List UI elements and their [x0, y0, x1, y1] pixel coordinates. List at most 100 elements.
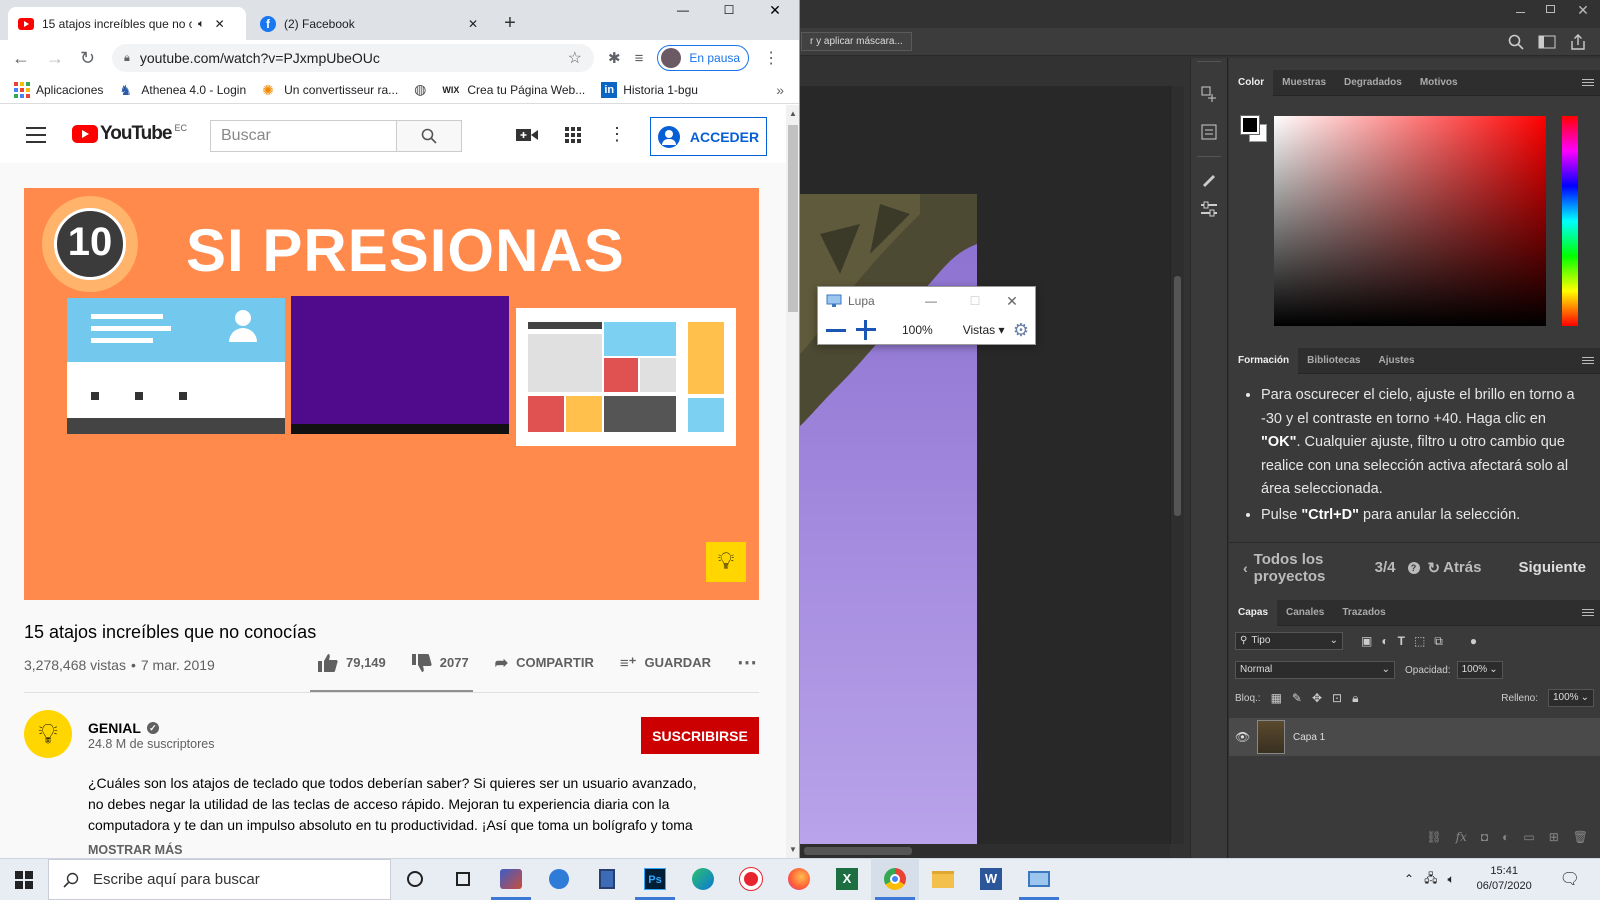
tab-libraries[interactable]: Bibliotecas — [1298, 348, 1369, 374]
taskbar-app-explorer[interactable] — [919, 858, 967, 900]
new-adjustment-icon[interactable]: ◐ — [1502, 830, 1509, 844]
lock-transparency-icon[interactable]: ▦ — [1271, 691, 1282, 705]
history-icon[interactable] — [1199, 84, 1219, 104]
tab-gradients[interactable]: Degradados — [1335, 70, 1411, 96]
tab-facebook[interactable]: f (2) Facebook ✕ — [250, 7, 488, 41]
menu-kebab-icon[interactable]: ⋮ — [763, 48, 779, 68]
filter-toggle-icon[interactable]: ● — [1470, 634, 1477, 648]
new-layer-icon[interactable]: ⊞ — [1549, 830, 1559, 844]
tab-channels[interactable]: Canales — [1277, 600, 1333, 626]
zoom-out-button[interactable] — [826, 328, 846, 332]
taskbar-app-firefox[interactable] — [775, 858, 823, 900]
apps-grid-icon[interactable] — [565, 126, 581, 143]
ps-restore-button[interactable] — [1536, 0, 1566, 20]
settings-gear-icon[interactable]: ⚙ — [1013, 320, 1029, 341]
page-scrollbar[interactable]: ▲ ▼ — [786, 105, 799, 858]
tab-patterns[interactable]: Motivos — [1411, 70, 1467, 96]
bookmark-convertisseur[interactable]: ✺ Un convertisseur ra... — [262, 82, 398, 98]
cortana-icon[interactable] — [391, 858, 439, 900]
bookmark-star-icon[interactable]: ☆ — [568, 48, 582, 68]
clock[interactable]: 15:41 06/07/2020 — [1477, 864, 1532, 894]
forward-icon[interactable]: → — [46, 48, 64, 69]
type-filter-icon[interactable]: T — [1398, 634, 1405, 648]
network-icon[interactable]: 🖧︎ — [1424, 869, 1437, 890]
taskbar-app-skype[interactable] — [535, 858, 583, 900]
task-view-icon[interactable] — [439, 858, 487, 900]
taskbar-search-input[interactable]: Escribe aquí para buscar — [48, 859, 391, 900]
profile-button[interactable]: En pausa — [657, 45, 750, 71]
taskbar-app-excel[interactable]: X — [823, 858, 871, 900]
color-field[interactable] — [1274, 116, 1546, 326]
taskbar-app-recorder[interactable] — [727, 858, 775, 900]
image-filter-icon[interactable]: ▣ — [1361, 634, 1372, 648]
start-button[interactable] — [0, 859, 48, 900]
tab-learn[interactable]: Formación — [1229, 347, 1299, 374]
close-tab-icon[interactable]: ✕ — [215, 17, 225, 31]
link-layers-icon[interactable]: ⛓ — [1426, 830, 1441, 844]
tab-youtube[interactable]: 15 atajos increíbles que no c 🔈︎ ✕ — [8, 7, 246, 41]
views-dropdown[interactable]: Vistas ▾ — [963, 323, 1005, 337]
bookmark-athenea[interactable]: ♞ Athenea 4.0 - Login — [119, 82, 246, 98]
youtube-search-button[interactable] — [397, 120, 462, 152]
adjustments-icon[interactable] — [1199, 199, 1219, 219]
maximize-button[interactable]: ☐ — [953, 294, 997, 308]
settings-kebab-icon[interactable]: ⋮ — [608, 124, 626, 145]
new-tab-button[interactable]: + — [496, 10, 524, 38]
fill-input[interactable]: 100% ⌄ — [1548, 689, 1594, 707]
create-video-icon[interactable] — [516, 127, 538, 143]
ps-canvas-horizontal-scrollbar[interactable] — [800, 844, 1170, 858]
tab-swatches[interactable]: Muestras — [1273, 70, 1335, 96]
minimize-button[interactable]: — — [660, 3, 706, 17]
eye-icon[interactable]: 👁︎ — [1235, 730, 1257, 744]
more-actions-icon[interactable]: ⋯ — [737, 650, 757, 675]
video-player[interactable]: 10 SI PRESIONAS 💡︎ — [24, 188, 759, 600]
bookmark-historia[interactable]: in Historia 1-bgu — [601, 81, 698, 98]
lock-pixels-icon[interactable]: ✎ — [1292, 691, 1302, 705]
channel-name[interactable]: GENIAL ✓ — [88, 720, 159, 736]
tab-adjustments[interactable]: Ajustes — [1369, 348, 1423, 374]
ps-minimize-button[interactable] — [1506, 0, 1536, 20]
taskbar-app-word[interactable]: W — [967, 858, 1015, 900]
blend-mode-select[interactable]: Normal ⌄ — [1235, 661, 1395, 679]
tab-paths[interactable]: Trazados — [1333, 600, 1394, 626]
tab-layers[interactable]: Capas — [1229, 599, 1278, 626]
channel-avatar[interactable]: 💡︎ — [24, 710, 72, 758]
properties-icon[interactable] — [1199, 122, 1219, 142]
notifications-icon[interactable]: 🗨︎ — [1560, 869, 1580, 889]
layer-name[interactable]: Capa 1 — [1293, 732, 1325, 743]
dislike-button[interactable]: 2077 — [411, 653, 469, 672]
refine-mask-button[interactable]: r y aplicar máscara... — [801, 32, 912, 51]
delete-layer-icon[interactable]: 🗑︎ — [1573, 830, 1588, 844]
adjustment-filter-icon[interactable]: ◐ — [1381, 634, 1388, 648]
globe-icon[interactable]: ◍ — [414, 81, 426, 98]
layer-filter-select[interactable]: ⚲ Tipo ⌄ — [1235, 632, 1343, 650]
smart-object-filter-icon[interactable]: ⧉ — [1434, 634, 1443, 649]
panel-menu-icon[interactable] — [1582, 77, 1594, 88]
close-button[interactable]: ✕ — [997, 293, 1027, 310]
back-icon[interactable]: ← — [12, 48, 30, 69]
taskbar-app-magnifier[interactable] — [1015, 858, 1063, 900]
taskbar-app-calculator[interactable] — [583, 858, 631, 900]
taskbar-app-photoshop[interactable]: Ps — [631, 858, 679, 900]
foreground-color-swatch[interactable] — [1240, 115, 1260, 135]
tab-color[interactable]: Color — [1229, 69, 1274, 96]
lock-position-icon[interactable]: ✥ — [1312, 691, 1322, 705]
volume-icon[interactable]: 🔈︎ — [1447, 872, 1454, 887]
lock-icon[interactable]: 🔒︎ — [124, 52, 130, 65]
next-button[interactable]: Siguiente — [1518, 559, 1586, 576]
brush-icon[interactable] — [1199, 169, 1219, 189]
close-button[interactable]: ✕ — [752, 2, 798, 19]
all-projects-link[interactable]: Todos los proyectos — [1254, 551, 1339, 585]
speaker-icon[interactable]: 🔈︎ — [198, 18, 205, 31]
new-group-icon[interactable]: ▭ — [1523, 830, 1534, 844]
chevron-up-icon[interactable]: ⌃ — [1404, 872, 1414, 886]
panel-menu-icon[interactable] — [1582, 607, 1594, 618]
fx-icon[interactable]: fx — [1456, 830, 1467, 844]
opacity-input[interactable]: 100% ⌄ — [1456, 661, 1503, 679]
ps-close-button[interactable]: ✕ — [1566, 0, 1600, 20]
save-button[interactable]: ≡⁺ GUARDAR — [620, 654, 711, 672]
reload-icon[interactable]: ↻ — [80, 48, 95, 69]
layer-row[interactable]: 👁︎ Capa 1 — [1229, 718, 1600, 756]
ps-canvas-vertical-scrollbar[interactable] — [1170, 86, 1184, 844]
minimize-button[interactable]: — — [909, 294, 953, 308]
